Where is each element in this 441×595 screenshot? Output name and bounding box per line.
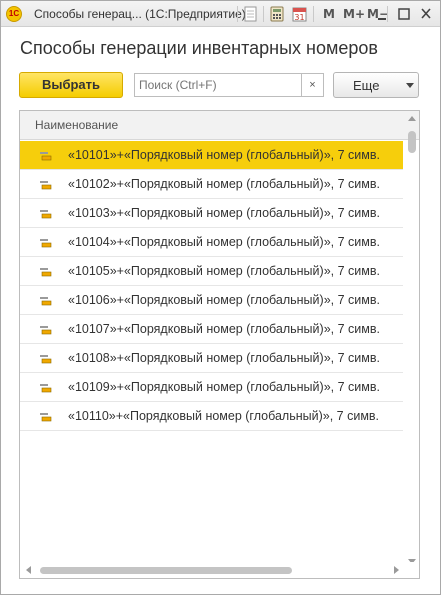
catalog-item-icon (40, 152, 52, 161)
table-row[interactable]: «10107»+«Порядковый номер (глобальный)»,… (20, 315, 403, 344)
catalog-item-icon (40, 413, 52, 422)
m-button[interactable]: M (323, 7, 335, 21)
maximize-icon[interactable] (397, 6, 411, 22)
row-name: «10107»+«Порядковый номер (глобальный)»,… (68, 322, 380, 336)
scroll-right-icon[interactable] (394, 566, 399, 574)
toolbar-separator (313, 6, 314, 22)
catalog-item-icon (40, 210, 52, 219)
catalog-item-icon (40, 355, 52, 364)
table-row[interactable]: «10109»+«Порядковый номер (глобальный)»,… (20, 373, 403, 402)
table-row[interactable]: «10102»+«Порядковый номер (глобальный)»,… (20, 170, 403, 199)
scroll-left-icon[interactable] (26, 566, 31, 574)
m-plus-button[interactable]: M+ (343, 7, 365, 21)
catalog-item-icon (40, 181, 52, 190)
table-body: «10101»+«Порядковый номер (глобальный)»,… (20, 141, 403, 431)
catalog-item-icon (40, 297, 52, 306)
window-title: Способы генерац... (1С:Предприятие) (34, 7, 246, 21)
scroll-up-icon[interactable] (408, 116, 416, 121)
more-button[interactable]: Еще (333, 72, 419, 98)
row-name: «10103»+«Порядковый номер (глобальный)»,… (68, 206, 380, 220)
search-clear-button[interactable]: × (302, 73, 324, 97)
row-name: «10110»+«Порядковый номер (глобальный)»,… (68, 409, 380, 423)
calculator-icon[interactable] (270, 6, 284, 22)
document-icon[interactable] (244, 6, 258, 22)
minimize-icon[interactable] (377, 6, 387, 22)
catalog-item-icon (40, 326, 52, 335)
row-name: «10109»+«Порядковый номер (глобальный)»,… (68, 380, 380, 394)
calendar-day: 31 (294, 13, 304, 22)
vertical-scroll-thumb[interactable] (408, 131, 416, 153)
table-row[interactable]: «10110»+«Порядковый номер (глобальный)»,… (20, 402, 403, 431)
row-name: «10104»+«Порядковый номер (глобальный)»,… (68, 235, 380, 249)
close-icon[interactable] (419, 6, 433, 22)
page-title: Способы генерации инвентарных номеров (20, 38, 378, 58)
catalog-item-icon (40, 268, 52, 277)
row-name: «10101»+«Порядковый номер (глобальный)»,… (68, 148, 380, 162)
app-window: 1С Способы генерац... (1С:Предприятие) 3… (0, 0, 441, 595)
column-header-name[interactable]: Наименование (35, 118, 118, 132)
table-row[interactable]: «10106»+«Порядковый номер (глобальный)»,… (20, 286, 403, 315)
table-header: Наименование (20, 111, 419, 140)
chevron-down-icon (406, 83, 414, 88)
table-row[interactable]: «10101»+«Порядковый номер (глобальный)»,… (20, 141, 403, 170)
catalog-item-icon (40, 384, 52, 393)
table-row[interactable]: «10108»+«Порядковый номер (глобальный)»,… (20, 344, 403, 373)
toolbar-separator (263, 6, 264, 22)
toolbar-separator (237, 6, 238, 22)
calendar-icon[interactable]: 31 (292, 6, 307, 22)
table-row[interactable]: «10104»+«Порядковый номер (глобальный)»,… (20, 228, 403, 257)
toolbar-separator (387, 6, 388, 22)
search-input[interactable] (134, 73, 302, 97)
horizontal-scroll-thumb[interactable] (40, 567, 292, 574)
select-button[interactable]: Выбрать (19, 72, 123, 98)
row-name: «10105»+«Порядковый номер (глобальный)»,… (68, 264, 380, 278)
horizontal-scrollbar[interactable] (20, 562, 419, 578)
vertical-scrollbar[interactable] (405, 116, 419, 565)
row-name: «10102»+«Порядковый номер (глобальный)»,… (68, 177, 380, 191)
catalog-item-icon (40, 239, 52, 248)
title-bar: 1С Способы генерац... (1С:Предприятие) 3… (1, 1, 440, 27)
data-table: Наименование «10101»+«Порядковый номер (… (19, 110, 420, 579)
table-row[interactable]: «10105»+«Порядковый номер (глобальный)»,… (20, 257, 403, 286)
row-name: «10108»+«Порядковый номер (глобальный)»,… (68, 351, 380, 365)
table-row[interactable]: «10103»+«Порядковый номер (глобальный)»,… (20, 199, 403, 228)
row-name: «10106»+«Порядковый номер (глобальный)»,… (68, 293, 380, 307)
more-button-label: Еще (353, 78, 380, 93)
app-logo-icon: 1С (6, 6, 22, 22)
